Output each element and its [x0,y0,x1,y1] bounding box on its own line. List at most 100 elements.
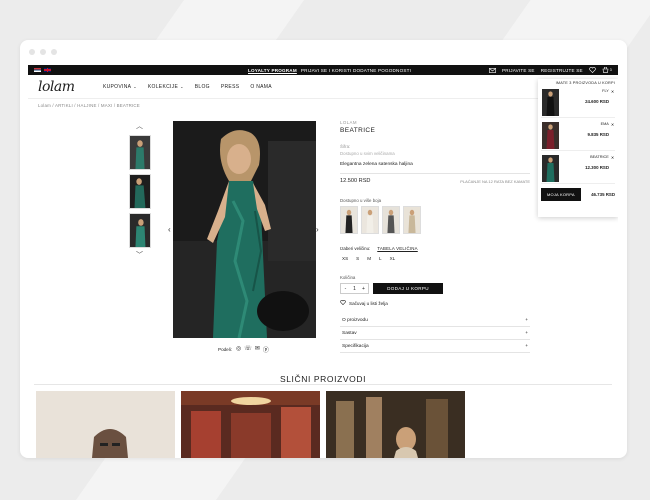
similar-products-title: SLIČNI PROIZVODI [279,374,367,384]
cart-footer: MOJA KORPA 46.735 RSD [541,188,615,201]
cart-item[interactable]: FLY ✕ 24.600 RSD [541,87,615,118]
product-brand: LOLAM [340,120,357,125]
similar-product-card[interactable] [326,391,465,458]
window-dot[interactable] [51,49,57,55]
cart-total: 46.735 RSD [591,192,615,197]
similar-products-grid [36,391,465,458]
cart-item[interactable]: EMA ✕ 9.835 RSD [541,120,615,151]
chevron-down-icon[interactable]: ﹀ [126,252,153,260]
product-accordion: O proizvodu + Sastav + Specifikacija + [340,314,530,353]
accordion-label: Specifikacija [342,343,369,349]
plus-button[interactable]: + [359,286,368,292]
thumbnail[interactable] [128,174,151,209]
price-row: 12.500 RSD PLAĆANJE NA 12 RATA BEZ KAMAT… [340,173,530,184]
product-info: LOLAM BEATRICE Šifra: Dostupno u svim ve… [340,120,530,353]
color-option[interactable] [340,206,358,234]
quantity-stepper[interactable]: - 1 + [340,283,369,294]
cart-item-image[interactable] [542,89,559,116]
plus-icon: + [525,330,528,336]
account-links: PRIJAVITE SE REGISTRUJTE SE 3 [489,67,612,73]
chevron-up-icon[interactable]: ︿ [126,123,153,131]
color-option[interactable] [403,206,421,234]
register-link[interactable]: REGISTRUJTE SE [541,68,583,73]
pinterest-icon[interactable]: ⓟ [263,345,269,354]
cart-item-price: 12.300 RSD [585,165,609,170]
viber-icon[interactable]: ☏ [244,345,252,354]
color-option[interactable] [382,206,400,234]
color-option[interactable] [361,206,379,234]
minus-button[interactable]: - [341,286,350,292]
chevron-down-icon: ⌄ [133,84,137,89]
wishlist-link[interactable]: Sačuvaj u listi želja [340,300,530,306]
chevron-down-icon: ⌄ [180,84,184,89]
similar-product-card[interactable] [36,391,175,458]
cart-item[interactable]: BEATRICE ✕ 12.300 RSD [541,153,615,184]
view-cart-button[interactable]: MOJA KORPA [541,188,581,201]
nav-item-kupovina[interactable]: KUPOVINA ⌄ [103,84,137,90]
sku-label: Šifra: [340,144,351,149]
similar-product-card[interactable] [181,391,320,458]
chevron-left-icon[interactable]: ‹ [168,225,171,234]
whatsapp-icon[interactable]: ◎ [236,345,241,354]
cart-item-image[interactable] [542,155,559,182]
size-option[interactable]: L [379,256,382,261]
sku-value: Dostupno u svim veličinama [340,151,395,156]
thumbnail[interactable] [128,213,151,248]
window-chrome [20,40,627,64]
page: LOYALTY PROGRAM PRIJAVI SE I KORISTI DOD… [28,65,618,458]
quantity-label: Količina [340,275,356,280]
breadcrumb[interactable]: Lolam / ARTIKLI / HALJINE / MAXI / BEATR… [38,103,618,108]
heart-icon[interactable] [589,67,596,73]
accordion-item[interactable]: Specifikacija + [340,340,530,353]
cart-item-price: 24.600 RSD [585,99,609,104]
nav-item-label: BLOG [194,83,210,90]
accordion-label: Sastav [342,330,357,336]
quantity-row: - 1 + DODAJ U KORPU [340,283,530,294]
window-dot[interactable] [29,49,35,55]
section-divider [34,384,612,385]
window-dot[interactable] [40,49,46,55]
size-option[interactable]: XL [390,256,396,261]
logo[interactable]: lolam [38,79,96,95]
nav-item-blog[interactable]: BLOG [195,84,210,90]
nav-item-o-nama[interactable]: O NAMA [250,84,272,90]
size-label: Izaberi veličinu: [340,246,371,251]
close-icon[interactable]: ✕ [611,155,614,160]
size-guide-link[interactable]: TABELA VELIČINA [377,246,418,251]
serbian-flag-icon[interactable] [34,67,41,73]
wishlist-label: Sačuvaj u listi želja [349,300,388,306]
product-name: BEATRICE [340,127,376,134]
top-bar: LOYALTY PROGRAM PRIJAVI SE I KORISTI DOD… [28,65,618,75]
mail-icon[interactable] [489,67,496,73]
size-option[interactable]: M [367,256,371,261]
english-flag-icon[interactable] [44,67,51,73]
cart-item-image[interactable] [542,122,559,149]
nav-item-label: PRESS [220,83,240,90]
main-nav: lolam KUPOVINA ⌄ KOLEKCIJE ⌄ BLOG PRESS … [28,75,618,99]
product-main-image[interactable] [173,121,316,338]
mail-icon[interactable]: ✉ [255,345,260,354]
accordion-item[interactable]: O proizvodu + [340,314,530,327]
promo-banner[interactable]: LOYALTY PROGRAM PRIJAVI SE I KORISTI DOD… [248,68,411,73]
close-icon[interactable]: ✕ [611,89,614,94]
menu: KUPOVINA ⌄ KOLEKCIJE ⌄ BLOG PRESS O NAMA [103,84,272,90]
loyalty-link[interactable]: LOYALTY PROGRAM [248,68,297,73]
size-option[interactable]: XS [342,256,348,261]
accordion-item[interactable]: Sastav + [340,327,530,340]
close-icon[interactable]: ✕ [611,122,614,127]
quantity-value[interactable]: 1 [350,286,359,292]
nav-item-label: O NAMA [250,83,272,90]
cart-item-name: FLY [602,89,609,93]
add-to-cart-button[interactable]: DODAJ U KORPU [373,283,443,294]
cart-icon[interactable]: 3 [602,67,612,73]
share-label: Podeli: [218,347,233,352]
cart-item-name-row: BEATRICE ✕ [590,155,614,160]
chevron-right-icon[interactable]: › [316,225,319,234]
share-row: Podeli: ◎ ☏ ✉ ⓟ [218,345,269,354]
login-link[interactable]: PRIJAVITE SE [502,68,535,73]
nav-item-kolekcije[interactable]: KOLEKCIJE ⌄ [148,84,184,90]
size-options: XS S M L XL [340,256,530,261]
thumbnail[interactable] [128,135,151,170]
nav-item-press[interactable]: PRESS [221,84,239,90]
size-option[interactable]: S [356,256,359,261]
